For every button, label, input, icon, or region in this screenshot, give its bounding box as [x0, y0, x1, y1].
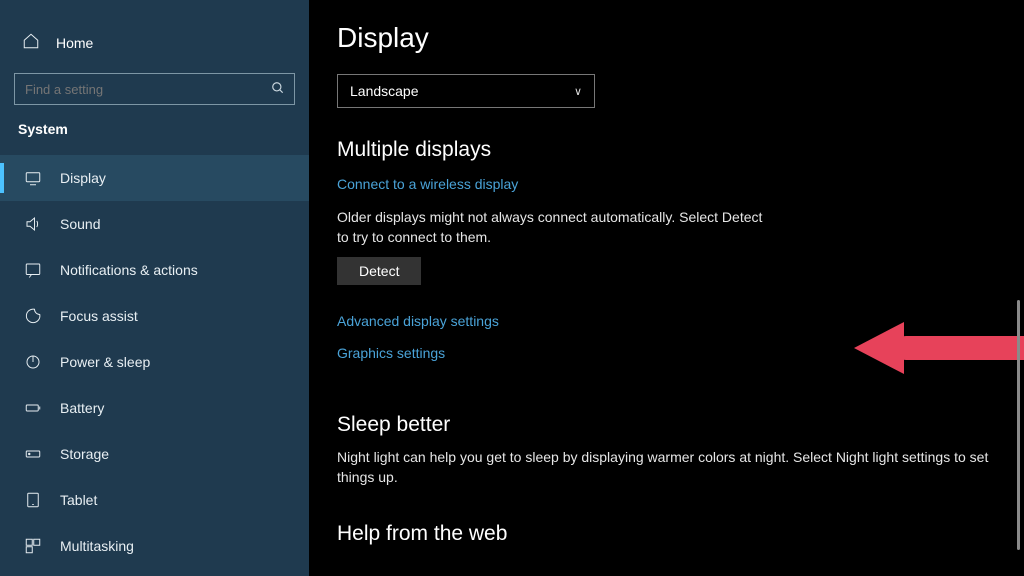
notifications-icon: [24, 261, 42, 279]
sound-icon: [24, 215, 42, 233]
sidebar-item-label: Power & sleep: [60, 354, 150, 370]
sidebar: Home System Display Sound Notificat: [0, 0, 309, 576]
page-title: Display: [337, 22, 1006, 54]
help-from-web-heading: Help from the web: [337, 522, 1006, 546]
sidebar-item-storage[interactable]: Storage: [0, 431, 309, 477]
sidebar-item-multitasking[interactable]: Multitasking: [0, 523, 309, 569]
display-icon: [24, 169, 42, 187]
sidebar-item-power-sleep[interactable]: Power & sleep: [0, 339, 309, 385]
sidebar-item-display[interactable]: Display: [0, 155, 309, 201]
chevron-down-icon: ∨: [574, 85, 582, 98]
battery-icon: [24, 399, 42, 417]
sidebar-item-tablet[interactable]: Tablet: [0, 477, 309, 523]
search-icon: [271, 81, 285, 98]
home-button[interactable]: Home: [0, 28, 309, 73]
sleep-better-text: Night light can help you get to sleep by…: [337, 447, 997, 488]
sidebar-item-notifications[interactable]: Notifications & actions: [0, 247, 309, 293]
main-content: Display Landscape ∨ Multiple displays Co…: [309, 0, 1024, 576]
graphics-settings-link[interactable]: Graphics settings: [337, 345, 1006, 361]
settings-window: Home System Display Sound Notificat: [0, 0, 1024, 576]
home-icon: [22, 32, 40, 53]
search-container: [14, 73, 295, 105]
sidebar-item-battery[interactable]: Battery: [0, 385, 309, 431]
orientation-dropdown[interactable]: Landscape ∨: [337, 74, 595, 108]
sidebar-item-label: Battery: [60, 400, 104, 416]
home-label: Home: [56, 35, 93, 51]
connect-wireless-link[interactable]: Connect to a wireless display: [337, 176, 1006, 192]
category-label: System: [0, 121, 309, 155]
sidebar-item-label: Tablet: [60, 492, 97, 508]
focus-assist-icon: [24, 307, 42, 325]
sidebar-item-label: Storage: [60, 446, 109, 462]
detect-button[interactable]: Detect: [337, 257, 421, 285]
sidebar-item-label: Display: [60, 170, 106, 186]
storage-icon: [24, 445, 42, 463]
search-input[interactable]: [14, 73, 295, 105]
sleep-better-heading: Sleep better: [337, 413, 1006, 437]
sidebar-item-focus-assist[interactable]: Focus assist: [0, 293, 309, 339]
multiple-displays-heading: Multiple displays: [337, 138, 1006, 162]
sidebar-item-label: Sound: [60, 216, 100, 232]
nav-list: Display Sound Notifications & actions Fo…: [0, 155, 309, 569]
power-icon: [24, 353, 42, 371]
older-displays-text: Older displays might not always connect …: [337, 208, 767, 247]
scrollbar[interactable]: [1017, 300, 1020, 550]
tablet-icon: [24, 491, 42, 509]
sidebar-item-sound[interactable]: Sound: [0, 201, 309, 247]
advanced-display-link[interactable]: Advanced display settings: [337, 313, 1006, 329]
multitasking-icon: [24, 537, 42, 555]
sidebar-item-label: Multitasking: [60, 538, 134, 554]
sidebar-item-label: Notifications & actions: [60, 262, 198, 278]
orientation-value: Landscape: [350, 83, 419, 99]
sidebar-item-label: Focus assist: [60, 308, 138, 324]
